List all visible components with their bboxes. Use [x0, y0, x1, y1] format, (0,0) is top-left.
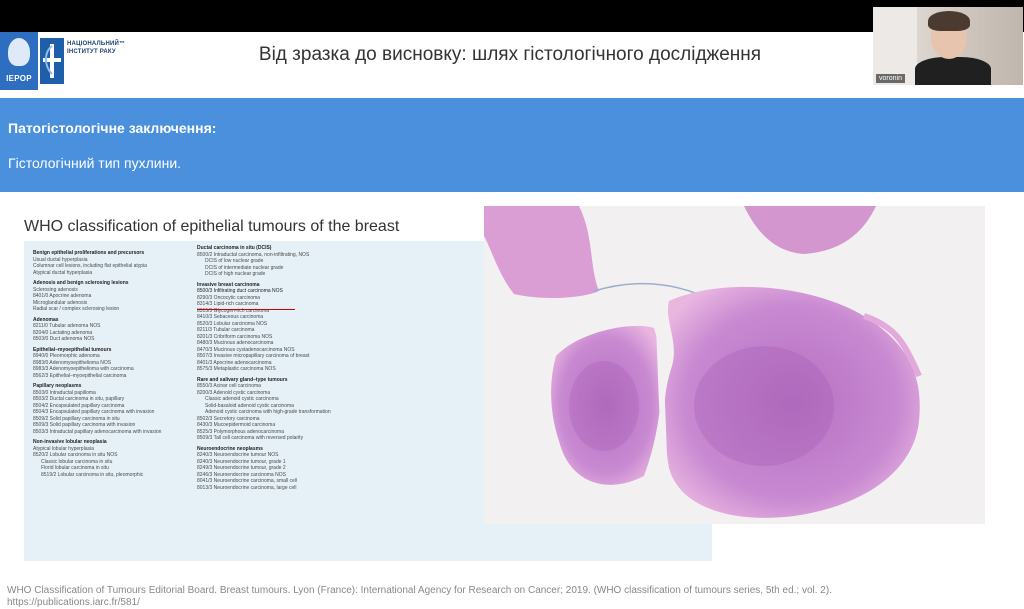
banner-heading: Патогістологічне заключення: [8, 120, 217, 136]
conclusion-banner [0, 98, 1024, 192]
who-list-item: Atypical ductal hyperplasia [33, 269, 93, 276]
logo-line-1: НАЦІОНАЛЬНИЙ™ [67, 41, 126, 47]
citation-text: WHO Classification of Tumours Editorial … [7, 585, 832, 596]
iepor-logo: ІЕРОР [0, 32, 38, 90]
who-list-item: 8509/3 Tall cell carcinoma with reversed… [197, 435, 304, 441]
who-list-item: Radial scar / complex sclerosing lesion [33, 306, 120, 312]
top-black-bar [0, 0, 1024, 32]
participant-hair [928, 11, 970, 31]
logo-line-2: ІНСТИТУТ РАКУ [67, 49, 116, 55]
participant-video-tile[interactable]: voronin [873, 7, 1023, 85]
iepor-logo-text: ІЕРОР [6, 74, 32, 83]
who-list-item: 8519/2 Lobular carcinoma in situ, pleomo… [41, 471, 144, 478]
citation: WHO Classification of Tumours Editorial … [7, 585, 1017, 609]
cancer-institute-logo-icon [40, 38, 64, 84]
slide-title: Від зразка до висновку: шлях гістологічн… [258, 44, 762, 65]
who-classification-title: WHO classification of epithelial tumours… [24, 218, 400, 235]
who-column-1: Benign epithelial proliferations and pre… [33, 250, 203, 478]
histology-slide-image [484, 206, 985, 524]
who-list-item: 8503/3 Intraductal papillary adenocarcin… [33, 428, 162, 435]
who-list-item: DCIS of high nuclear grade [205, 271, 266, 277]
highlight-underline [197, 309, 295, 310]
who-list-item: 8575/3 Metaplastic carcinoma NOS [197, 366, 276, 372]
banner-text: Гістологічний тип пухлини. [8, 155, 182, 171]
who-list-item: 8562/3 Epithelial–myoepithelial carcinom… [33, 372, 127, 379]
participant-name-label: voronin [876, 74, 905, 83]
who-list-item: 8503/0 Duct adenoma NOS [33, 336, 95, 342]
cancer-institute-logo-text: НАЦІОНАЛЬНИЙ™ ІНСТИТУТ РАКУ [67, 40, 125, 56]
citation-url[interactable]: https://publications.iarc.fr/581/ [7, 597, 1017, 609]
participant-body [915, 57, 991, 85]
bust-icon [8, 38, 30, 66]
who-column-2: Ductal carcinoma in situ (DCIS) 8500/2 In… [197, 245, 377, 491]
who-list-item: 8013/3 Neuroendocrine carcinoma, large c… [197, 484, 297, 491]
